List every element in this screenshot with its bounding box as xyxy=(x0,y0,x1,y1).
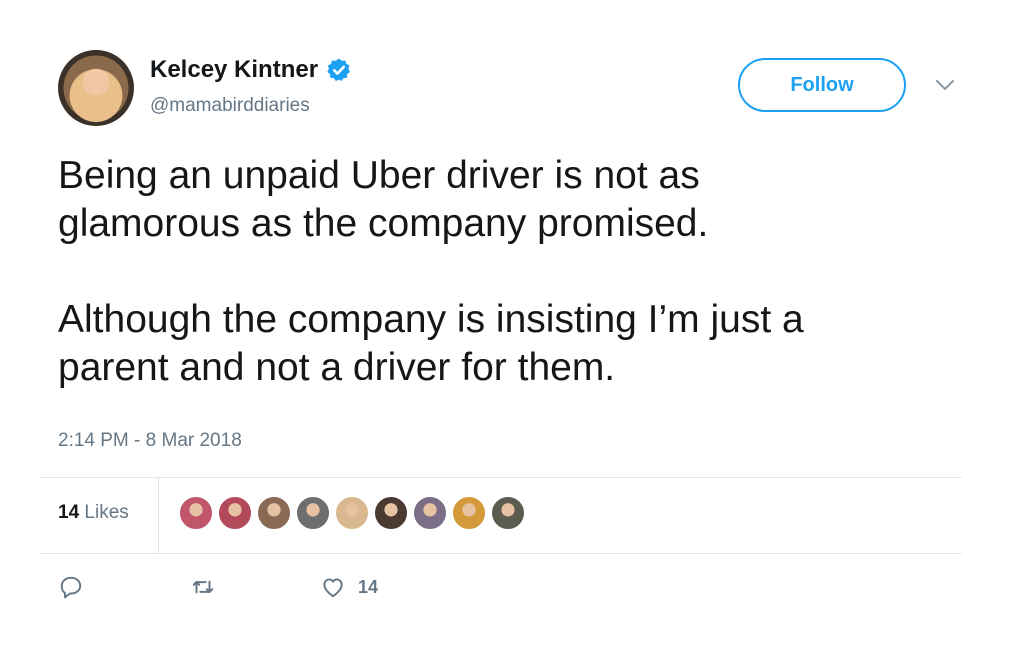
liker-avatar[interactable] xyxy=(295,495,331,531)
display-name-text[interactable]: Kelcey Kintner xyxy=(150,56,318,84)
likes-stat[interactable]: 14 Likes xyxy=(58,502,129,524)
follow-button[interactable]: Follow xyxy=(738,58,906,112)
likes-count: 14 xyxy=(58,502,80,523)
heart-icon[interactable] xyxy=(320,574,346,600)
divider xyxy=(158,478,159,554)
liker-avatar[interactable] xyxy=(334,495,370,531)
display-name[interactable]: Kelcey Kintner xyxy=(150,56,352,84)
tweet-text: Being an unpaid Uber driver is not as gl… xyxy=(58,154,804,389)
tweet-timestamp[interactable]: 2:14 PM - 8 Mar 2018 xyxy=(58,430,242,452)
liker-avatar[interactable] xyxy=(451,495,487,531)
liker-avatar[interactable] xyxy=(178,495,214,531)
likers-list xyxy=(178,495,526,531)
liker-avatar[interactable] xyxy=(412,495,448,531)
liker-avatar[interactable] xyxy=(217,495,253,531)
tweet-actions: 14 xyxy=(58,574,378,600)
retweet-icon[interactable] xyxy=(190,574,216,600)
like-count: 14 xyxy=(358,576,379,597)
divider xyxy=(40,477,962,478)
likes-label: Likes xyxy=(84,502,129,523)
chevron-down-icon[interactable] xyxy=(934,76,956,94)
reply-icon[interactable] xyxy=(58,574,84,600)
liker-avatar[interactable] xyxy=(256,495,292,531)
user-handle[interactable]: @mamabirddiaries xyxy=(150,95,310,117)
liker-avatar[interactable] xyxy=(490,495,526,531)
liker-avatar[interactable] xyxy=(373,495,409,531)
avatar[interactable] xyxy=(58,50,134,126)
verified-badge-icon xyxy=(327,58,351,81)
divider xyxy=(40,553,962,554)
